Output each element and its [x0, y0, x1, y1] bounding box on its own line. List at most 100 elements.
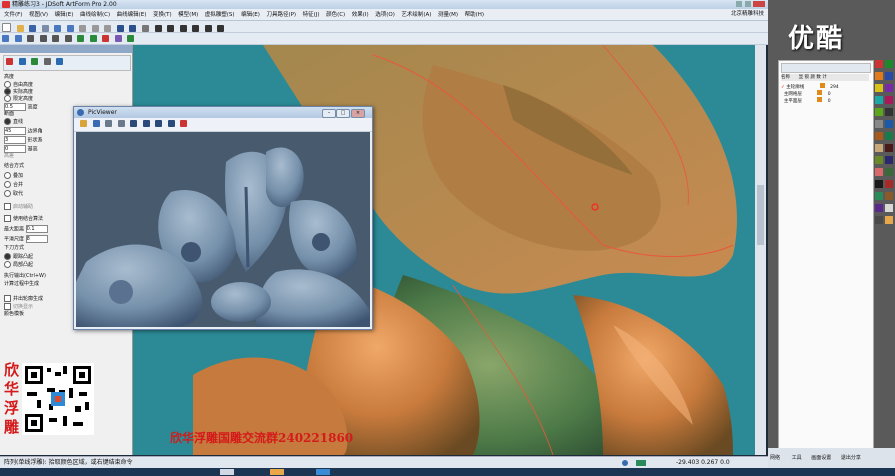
- swatch[interactable]: [885, 192, 893, 200]
- swatch[interactable]: [885, 156, 893, 164]
- new-file-icon[interactable]: [2, 23, 11, 32]
- swatch[interactable]: [875, 180, 883, 188]
- rotate-right-icon[interactable]: [117, 120, 125, 127]
- menu-view[interactable]: 视图(V): [29, 10, 48, 21]
- network-button[interactable]: 网络: [770, 455, 780, 461]
- layer-row[interactable]: ✓ 主轮廓线 294: [781, 83, 869, 90]
- swatch[interactable]: [875, 132, 883, 140]
- redo-icon[interactable]: [66, 25, 74, 32]
- panel-tool-5-icon[interactable]: [56, 58, 64, 65]
- copy-icon[interactable]: [91, 25, 99, 32]
- radio-track[interactable]: 跟踪凸起: [4, 253, 33, 261]
- taskbar-app-icon[interactable]: [270, 469, 284, 475]
- open-image-icon[interactable]: [80, 120, 87, 127]
- picviewer-titlebar[interactable]: PicViewer – □ ×: [74, 107, 372, 118]
- select-icon[interactable]: [2, 35, 9, 42]
- check-assist[interactable]: 启动辅助: [4, 203, 33, 211]
- tools-button[interactable]: 工具: [792, 455, 802, 461]
- circle-tool-icon[interactable]: [192, 25, 200, 32]
- swatch[interactable]: [875, 144, 883, 152]
- swatch[interactable]: [875, 204, 883, 212]
- execute-output-label[interactable]: 执行输出(Ctrl+W): [4, 273, 46, 280]
- view-icon[interactable]: [116, 25, 124, 32]
- relief-icon[interactable]: [77, 35, 85, 42]
- swatch[interactable]: [885, 168, 893, 176]
- radio-replace[interactable]: 取代: [4, 190, 23, 198]
- swatch[interactable]: [885, 72, 893, 80]
- rotate-icon[interactable]: [39, 35, 47, 42]
- picviewer-minimize-button[interactable]: –: [322, 109, 336, 118]
- layer-row[interactable]: 主平面层 0: [781, 97, 869, 104]
- swatch[interactable]: [875, 216, 883, 224]
- swatch[interactable]: [875, 156, 883, 164]
- menu-file[interactable]: 文件(F): [4, 10, 22, 21]
- swatch[interactable]: [875, 120, 883, 128]
- smooth-scale-field[interactable]: 平滑尺度 8: [4, 235, 48, 244]
- panel-tool-4-icon[interactable]: [43, 58, 51, 65]
- move-icon[interactable]: [27, 35, 35, 42]
- menu-help[interactable]: 帮助(H): [465, 10, 484, 21]
- swatch[interactable]: [875, 108, 883, 116]
- zoom-out-icon[interactable]: [142, 120, 150, 127]
- picviewer-maximize-button[interactable]: □: [336, 109, 350, 118]
- picviewer-window[interactable]: PicViewer – □ ×: [73, 106, 373, 330]
- menu-toolpath[interactable]: 刀具路径(P): [266, 10, 296, 21]
- screen-settings-button[interactable]: 画面设置: [811, 455, 831, 461]
- swatch[interactable]: [885, 216, 893, 224]
- menu-curve-edit[interactable]: 曲线编辑(E): [117, 10, 147, 21]
- radio-straight[interactable]: 直线: [4, 118, 23, 126]
- radio-merge[interactable]: 合并: [4, 181, 23, 189]
- line-tool-icon[interactable]: [154, 25, 162, 32]
- arc-tool-icon[interactable]: [167, 25, 175, 32]
- swatch[interactable]: [885, 204, 893, 212]
- menu-effect[interactable]: 效果(I): [352, 10, 369, 21]
- taskbar-app-icon[interactable]: [220, 469, 234, 475]
- rect-tool-icon[interactable]: [204, 25, 212, 32]
- zoom-in-icon[interactable]: [130, 120, 138, 127]
- swatch[interactable]: [885, 180, 893, 188]
- swatch[interactable]: [885, 108, 893, 116]
- swatch[interactable]: [885, 144, 893, 152]
- swatch[interactable]: [875, 60, 883, 68]
- swatch[interactable]: [885, 120, 893, 128]
- menu-transform[interactable]: 变换(T): [153, 10, 172, 21]
- menu-edit[interactable]: 编辑(E): [55, 10, 74, 21]
- radio-limit-height[interactable]: 限定高度: [4, 95, 33, 103]
- panel-tool-1-icon[interactable]: [6, 58, 13, 65]
- zoom-icon[interactable]: [41, 25, 49, 32]
- paste-icon[interactable]: [104, 25, 112, 32]
- cut-icon[interactable]: [79, 25, 87, 32]
- menu-feature[interactable]: 特征(J): [303, 10, 320, 21]
- menu-measure[interactable]: 测量(M): [438, 10, 458, 21]
- swatch[interactable]: [875, 84, 883, 92]
- curve-tool-icon[interactable]: [179, 25, 187, 32]
- menu-options[interactable]: 选项(O): [375, 10, 395, 21]
- menu-art[interactable]: 艺术绘制(A): [401, 10, 431, 21]
- scale-icon[interactable]: [64, 35, 72, 42]
- layer-row[interactable]: 主网格层 0: [781, 90, 869, 97]
- taskbar-app-icon[interactable]: [316, 469, 330, 475]
- check-combine-algo[interactable]: 使用结合算法: [4, 215, 43, 223]
- status-globe-icon[interactable]: [622, 460, 628, 466]
- rotate-left-icon[interactable]: [105, 120, 113, 127]
- pan-icon[interactable]: [92, 120, 100, 127]
- shape-coef-field[interactable]: 3 形状系: [4, 136, 43, 145]
- menu-curve-draw[interactable]: 曲线绘制(C): [80, 10, 110, 21]
- delete-icon[interactable]: [102, 35, 110, 42]
- undo-icon[interactable]: [54, 25, 62, 32]
- check-toggle-display[interactable]: 切换显示: [4, 303, 33, 311]
- mirror-icon[interactable]: [52, 35, 60, 42]
- star-tool-icon[interactable]: [217, 25, 225, 32]
- menu-edit2[interactable]: 编辑(E): [241, 10, 260, 21]
- color-icon[interactable]: [127, 35, 135, 42]
- status-snap-icon[interactable]: [636, 460, 646, 466]
- layer-icon[interactable]: [114, 35, 122, 42]
- save-icon[interactable]: [29, 25, 37, 32]
- node-edit-icon[interactable]: [14, 35, 22, 42]
- swatch[interactable]: [885, 60, 893, 68]
- panel-tool-2-icon[interactable]: [18, 58, 26, 65]
- swatch[interactable]: [885, 84, 893, 92]
- actual-size-icon[interactable]: [167, 120, 175, 127]
- radio-local[interactable]: 局部凸起: [4, 261, 33, 269]
- fit-icon[interactable]: [155, 120, 163, 127]
